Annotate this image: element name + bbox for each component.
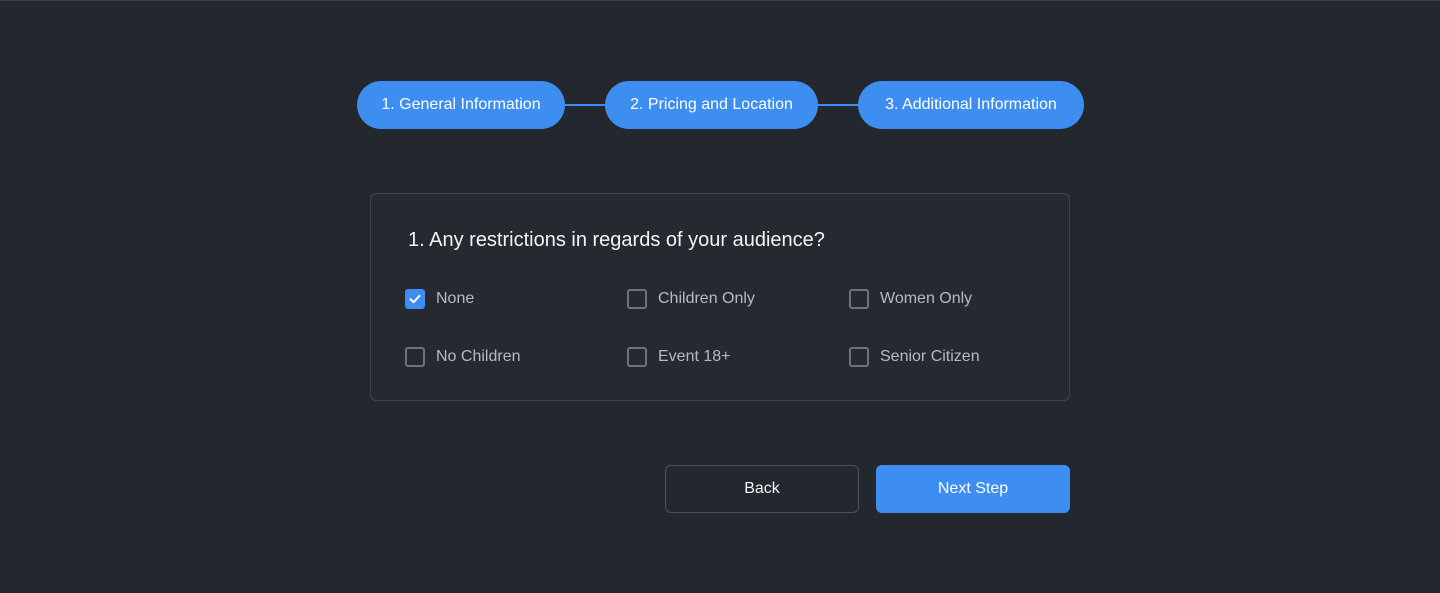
option-women-only[interactable]: Women Only — [849, 287, 972, 311]
option-label: Event 18+ — [658, 348, 731, 365]
stepper: 1. General Information 2. Pricing and Lo… — [0, 81, 1440, 129]
option-label: No Children — [436, 348, 521, 365]
option-children-only[interactable]: Children Only — [627, 287, 755, 311]
step-connector — [565, 104, 605, 106]
page: 1. General Information 2. Pricing and Lo… — [0, 0, 1440, 593]
question-title: 1. Any restrictions in regards of your a… — [408, 229, 825, 251]
checkbox[interactable] — [849, 347, 869, 367]
checkbox[interactable] — [627, 347, 647, 367]
step-pricing-and-location[interactable]: 2. Pricing and Location — [605, 81, 818, 129]
checkbox[interactable] — [405, 347, 425, 367]
option-label: Children Only — [658, 290, 755, 307]
option-senior-citizen[interactable]: Senior Citizen — [849, 345, 980, 369]
step-general-information[interactable]: 1. General Information — [357, 81, 565, 129]
step-additional-information[interactable]: 3. Additional Information — [858, 81, 1084, 129]
next-step-button[interactable]: Next Step — [876, 465, 1070, 513]
option-label: Women Only — [880, 290, 973, 307]
option-event-18-plus[interactable]: Event 18+ — [627, 345, 731, 369]
option-no-children[interactable]: No Children — [405, 345, 520, 369]
checkbox[interactable] — [627, 289, 647, 309]
option-none[interactable]: None — [405, 287, 474, 311]
option-label: Senior Citizen — [880, 348, 980, 365]
question-card: 1. Any restrictions in regards of your a… — [370, 193, 1070, 401]
checkmark-icon — [409, 294, 421, 304]
checkbox-checked[interactable] — [405, 289, 425, 309]
step-connector — [818, 104, 858, 106]
back-button[interactable]: Back — [665, 465, 859, 513]
option-label: None — [436, 290, 475, 307]
checkbox[interactable] — [849, 289, 869, 309]
